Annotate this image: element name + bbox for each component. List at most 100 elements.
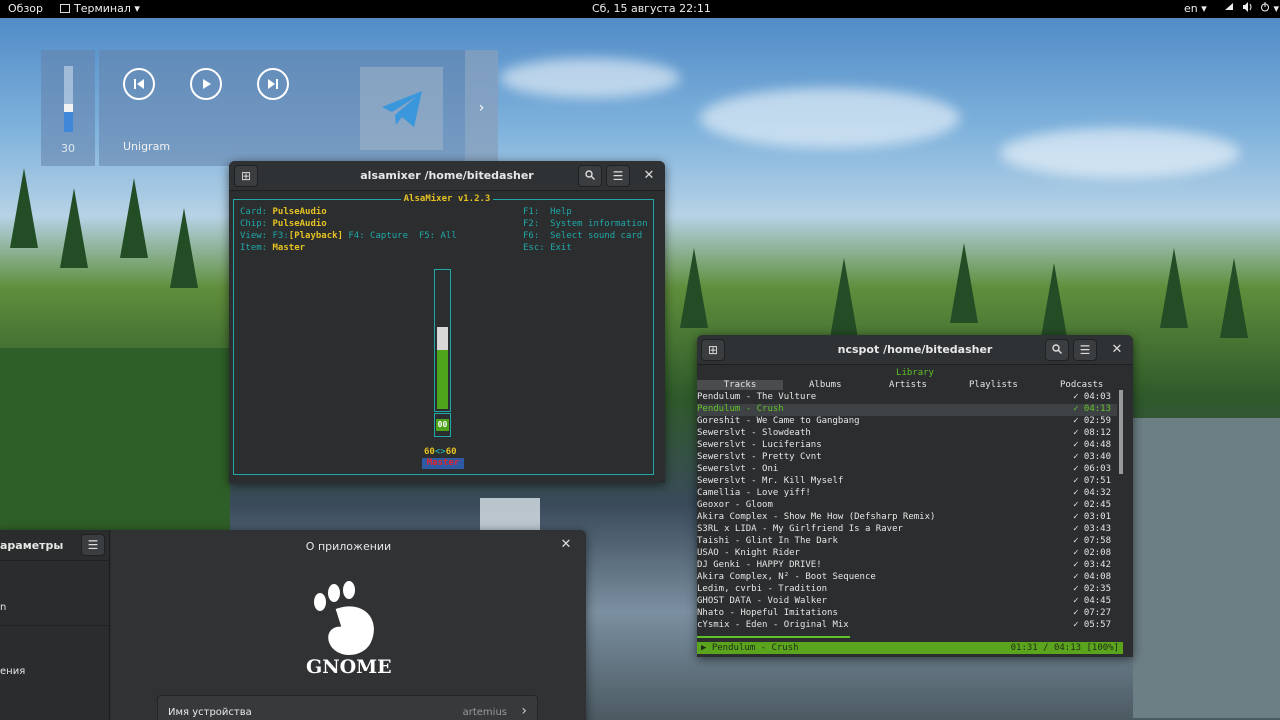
- settings-sidebar: араметры ☰ n ения: [0, 530, 110, 720]
- tab-podcasts[interactable]: Podcasts: [1060, 380, 1103, 390]
- master-fader[interactable]: [434, 269, 451, 412]
- track-row[interactable]: Akira Complex - Show Me How (Defsharp Re…: [697, 512, 1117, 524]
- close-button[interactable]: ✕: [640, 167, 658, 185]
- close-icon: ✕: [1111, 342, 1123, 357]
- tab-playlists[interactable]: Playlists: [969, 380, 1018, 390]
- help-f1: F1: Help: [523, 207, 572, 217]
- track-row[interactable]: S3RL x LIDA - My Girlfriend Is a Raver ✓ …: [697, 524, 1117, 536]
- track-duration: ✓ 03:42: [1073, 560, 1111, 570]
- activities-button[interactable]: Обзор: [8, 2, 43, 15]
- track-row[interactable]: GHOST DATA - Void Walker ✓ 04:45: [697, 596, 1117, 608]
- fader-fill: [437, 350, 448, 409]
- track-row[interactable]: Pendulum - Crush ✓ 04:13: [697, 404, 1117, 416]
- device-name-row[interactable]: Имя устройства artemius ›: [157, 695, 538, 720]
- track-row[interactable]: Sewerslvt - Oni ✓ 06:03: [697, 464, 1117, 476]
- menu-button[interactable]: ☰: [1073, 339, 1097, 361]
- scrollbar[interactable]: [1119, 390, 1123, 474]
- track-row[interactable]: Sewerslvt - Luciferians ✓ 04:48: [697, 440, 1117, 452]
- chevron-right-icon[interactable]: ›: [465, 50, 498, 166]
- tab-albums[interactable]: Albums: [809, 380, 842, 390]
- card-label: Card:: [240, 207, 273, 217]
- track-title: Sewerslvt - Oni: [697, 464, 779, 474]
- track-title: DJ Genki - HAPPY DRIVE!: [697, 560, 822, 570]
- track-duration: ✓ 06:03: [1073, 464, 1111, 474]
- volume-pair: 60<>60: [424, 447, 457, 457]
- close-button[interactable]: ✕: [557, 536, 575, 554]
- close-icon: ✕: [643, 168, 655, 183]
- fader-value: 00: [436, 419, 449, 431]
- track-title: Taishi - Glint In The Dark: [697, 536, 838, 546]
- help-esc: Esc: Exit: [523, 243, 572, 253]
- power-icon: [1261, 2, 1269, 12]
- menu-button[interactable]: ☰: [606, 165, 630, 187]
- track-row[interactable]: Geoxor - Gloom ✓ 02:45: [697, 500, 1117, 512]
- track-row[interactable]: USAO - Knight Rider ✓ 02:08: [697, 548, 1117, 560]
- chip-value: PulseAudio: [272, 219, 327, 229]
- track-title: Camellia - Love yiff!: [697, 488, 811, 498]
- sidebar-item[interactable]: n: [0, 602, 6, 613]
- track-duration: ✓ 04:45: [1073, 596, 1111, 606]
- track-title: Pendulum - Crush: [697, 404, 784, 414]
- sidebar-item[interactable]: ения: [0, 666, 25, 677]
- fader-mute-box[interactable]: 00: [434, 413, 451, 437]
- track-row[interactable]: Akira Complex, N² - Boot Sequence ✓ 04:08: [697, 572, 1117, 584]
- telegram-app-tile[interactable]: [360, 67, 443, 150]
- settings-main: О приложении ✕ GNOME Имя устройства arte…: [111, 530, 586, 720]
- play-button[interactable]: [190, 68, 222, 100]
- page-title: О приложении: [305, 540, 392, 553]
- next-track-button[interactable]: [257, 68, 289, 100]
- track-row[interactable]: Pendulum - The Vulture ✓ 04:03: [697, 392, 1117, 404]
- tab-tracks[interactable]: Tracks: [697, 380, 783, 390]
- track-row[interactable]: Taishi - Glint In The Dark ✓ 07:58: [697, 536, 1117, 548]
- gnome-logo: GNOME: [306, 580, 392, 680]
- track-duration: ✓ 05:57: [1073, 620, 1111, 630]
- app-menu[interactable]: Терминал ▾: [60, 2, 140, 15]
- volume-slider[interactable]: [64, 66, 73, 132]
- track-duration: ✓ 02:35: [1073, 584, 1111, 594]
- terminal-area[interactable]: Library Tracks Albums Artists Playlists …: [697, 365, 1133, 657]
- track-row[interactable]: Nhato - Hopeful Imitations ✓ 07:27: [697, 608, 1117, 620]
- ncspot-header: ⊞ ncspot /home/bitedasher ☰ ✕: [697, 335, 1133, 365]
- track-row[interactable]: cYsmix - Eden - Original Mix ✓ 05:57: [697, 620, 1117, 632]
- control-name[interactable]: Master: [422, 458, 464, 469]
- tab-artists[interactable]: Artists: [889, 380, 927, 390]
- track-title: Nhato - Hopeful Imitations: [697, 608, 838, 618]
- volume-knob[interactable]: [64, 104, 73, 113]
- track-row[interactable]: Ledim, cvrbi - Tradition ✓ 02:35: [697, 584, 1117, 596]
- clock[interactable]: Сб, 15 августа 22:11: [592, 2, 711, 15]
- close-button[interactable]: ✕: [1108, 341, 1126, 359]
- vol-right: 60: [445, 447, 457, 457]
- track-row[interactable]: Sewerslvt - Slowdeath ✓ 08:12: [697, 428, 1117, 440]
- track-row[interactable]: Sewerslvt - Pretty Cvnt ✓ 03:40: [697, 452, 1117, 464]
- view-label: View: F3:: [240, 231, 289, 241]
- volume-value: 30: [61, 142, 75, 155]
- playback-time: 01:31 / 04:13 [100%]: [1010, 643, 1119, 653]
- track-row[interactable]: Camellia - Love yiff! ✓ 04:32: [697, 488, 1117, 500]
- keyboard-layout[interactable]: en ▾: [1184, 2, 1207, 15]
- track-title: GHOST DATA - Void Walker: [697, 596, 828, 606]
- app-menu-label: Терминал ▾: [74, 2, 140, 15]
- search-icon: [1052, 344, 1062, 354]
- track-duration: ✓ 02:45: [1073, 500, 1111, 510]
- alsamixer-frame-title: AlsaMixer v1.2.3: [229, 194, 665, 204]
- track-duration: ✓ 03:40: [1073, 452, 1111, 462]
- search-button[interactable]: [1045, 339, 1069, 361]
- previous-track-button[interactable]: [123, 68, 155, 100]
- playback-progress[interactable]: [697, 636, 850, 638]
- track-row[interactable]: Sewerslvt - Mr. Kill Myself ✓ 07:51: [697, 476, 1117, 488]
- device-name-value: artemius: [462, 707, 507, 718]
- track-row[interactable]: Goreshit - We Came to Gangbang ✓ 02:59: [697, 416, 1117, 428]
- search-button[interactable]: [578, 165, 602, 187]
- library-title: Library: [896, 368, 934, 378]
- track-duration: ✓ 07:27: [1073, 608, 1111, 618]
- track-row[interactable]: DJ Genki - HAPPY DRIVE! ✓ 03:42: [697, 560, 1117, 572]
- device-name-label: Имя устройства: [168, 707, 252, 718]
- help-f2: F2: System information: [523, 219, 648, 229]
- skip-forward-icon: [268, 79, 278, 89]
- track-duration: ✓ 02:59: [1073, 416, 1111, 426]
- system-menu[interactable]: ▾: [1224, 2, 1279, 15]
- sidebar-menu-button[interactable]: ☰: [81, 534, 105, 556]
- volume-fill: [64, 112, 73, 132]
- terminal-area[interactable]: AlsaMixer v1.2.3 Card: PulseAudio Chip: …: [229, 191, 665, 483]
- track-duration: ✓ 03:43: [1073, 524, 1111, 534]
